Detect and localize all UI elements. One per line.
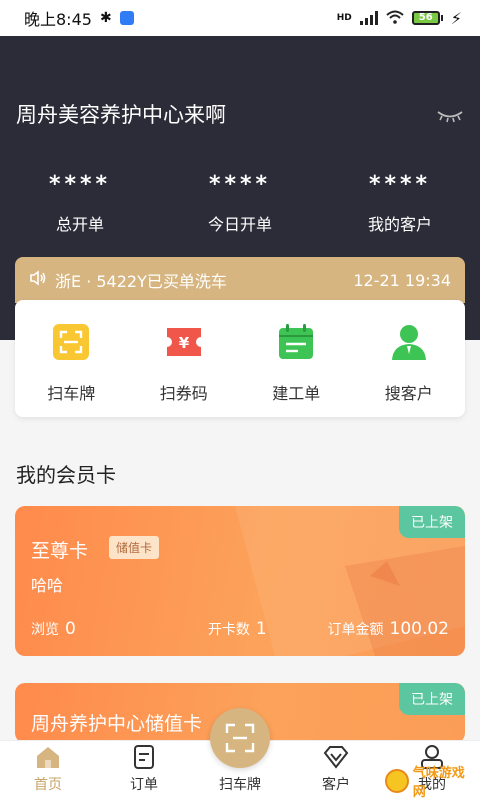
stat-label: 我的客户: [367, 215, 432, 234]
stat-value: ****: [368, 172, 432, 197]
watermark-logo-icon: [385, 769, 409, 793]
card-name: 至尊卡: [31, 540, 89, 562]
card-opened: 开卡数 1: [208, 619, 267, 639]
action-label: 扫车牌: [47, 384, 96, 403]
action-label: 扫券码: [159, 384, 208, 403]
card-type-badge: 储值卡: [109, 536, 160, 559]
stat-value: ****: [48, 172, 112, 197]
action-scan-coupon[interactable]: ¥ 扫券码: [128, 300, 241, 417]
section-title-member-cards: 我的会员卡: [16, 463, 116, 487]
card-status-badge: 已上架: [399, 683, 465, 715]
amount-value: 100.02: [389, 619, 449, 639]
bluetooth-icon: ✱: [99, 10, 112, 26]
work-order-icon: [279, 324, 314, 359]
tab-label: 首页: [34, 777, 62, 793]
action-create-work-order[interactable]: 建工单: [240, 300, 353, 417]
charging-icon: ⚡: [450, 8, 462, 28]
card-amount: 订单金额 100.02: [328, 619, 449, 639]
action-label: 搜客户: [384, 384, 433, 403]
action-scan-plate[interactable]: 扫车牌: [15, 300, 128, 417]
network-type-label: HD: [336, 13, 352, 23]
speaker-icon: [29, 270, 47, 290]
action-label: 建工单: [272, 384, 321, 403]
customer-icon: [391, 325, 426, 360]
stat-label: 今日开单: [207, 215, 272, 234]
watermark-text: 气味游戏网: [412, 766, 465, 800]
home-icon: [37, 747, 59, 768]
tab-home[interactable]: 首页: [0, 741, 96, 800]
wifi-icon: [386, 9, 404, 28]
views-label: 浏览: [31, 622, 59, 638]
ticket-icon: ¥: [166, 328, 201, 356]
stat-value: ****: [208, 172, 272, 197]
tab-customers[interactable]: 客户: [288, 741, 384, 800]
card-name: 周舟养护中心储值卡: [31, 713, 203, 735]
card-stats: 浏览 0 开卡数 1 订单金额 100.02: [31, 619, 449, 639]
action-search-customer[interactable]: 搜客户: [353, 300, 466, 417]
stat-my-customers[interactable]: **** 我的客户: [320, 172, 480, 235]
scan-plate-icon: [53, 324, 90, 360]
notice-message: 浙E · 5422Y已买单洗车: [55, 272, 227, 291]
opened-label: 开卡数: [207, 622, 250, 638]
card-status-badge: 已上架: [399, 506, 465, 538]
scan-icon: [225, 723, 255, 753]
notice-time: 12-21 19:34: [353, 270, 451, 290]
amount-label: 订单金额: [327, 622, 384, 638]
quick-actions: 扫车牌 ¥ 扫券码 建工单 搜客户: [15, 300, 465, 417]
notice-bar[interactable]: 浙E · 5422Y已买单洗车 12-21 19:34: [15, 257, 465, 303]
stat-today-orders[interactable]: **** 今日开单: [160, 172, 320, 235]
order-icon: [134, 745, 154, 769]
stat-total-orders[interactable]: **** 总开单: [0, 172, 160, 235]
signal-icon: [359, 11, 378, 25]
tab-orders[interactable]: 订单: [96, 741, 192, 800]
tab-label: 订单: [130, 777, 158, 793]
card-description: 哈哈: [31, 576, 64, 595]
stat-label: 总开单: [55, 215, 104, 234]
store-name: 周舟美容养护中心来啊: [16, 103, 226, 127]
svg-text:¥: ¥: [179, 334, 190, 352]
watermark: 气味游戏网: [385, 766, 477, 800]
diamond-icon: [323, 746, 349, 769]
status-bar: 晚上8:45 ✱ HD 56 ⚡: [0, 0, 480, 36]
eye-closed-icon[interactable]: [436, 108, 464, 127]
scan-fab-button[interactable]: [210, 708, 270, 768]
status-time: 晚上8:45: [24, 10, 92, 29]
opened-value: 1: [255, 619, 267, 639]
app-notification-icon: [119, 11, 134, 25]
tab-label: 扫车牌: [219, 777, 261, 793]
card-views: 浏览 0: [31, 619, 76, 639]
views-value: 0: [65, 619, 76, 639]
tab-label: 客户: [322, 777, 350, 793]
member-card[interactable]: 已上架 至尊卡 储值卡 哈哈 浏览 0 开卡数 1 订单金额 100.02: [15, 506, 465, 656]
battery-icon: 56: [411, 11, 443, 25]
battery-level: 56: [411, 11, 440, 25]
